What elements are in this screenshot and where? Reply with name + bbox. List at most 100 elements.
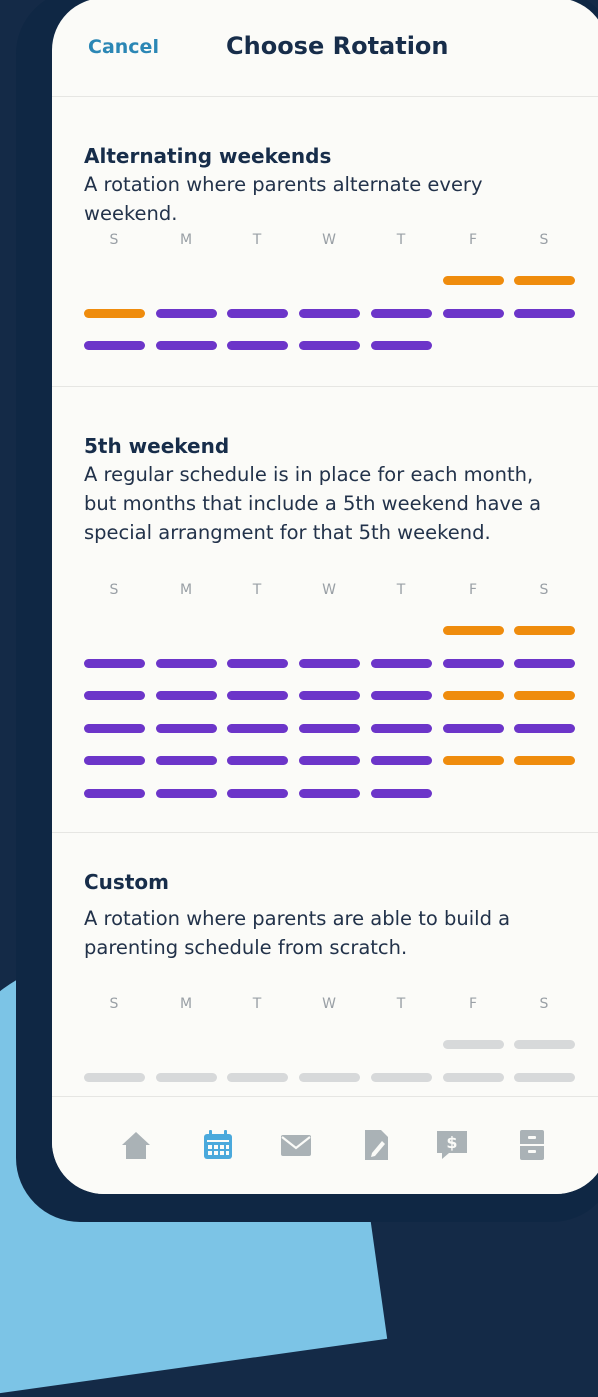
day-label: T (252, 996, 262, 1012)
schedule-bar-purple (371, 341, 432, 350)
home-icon[interactable] (118, 1127, 154, 1163)
schedule-bar-gray (299, 1072, 360, 1082)
schedule-bar-gray (227, 1072, 288, 1082)
schedule-bar-purple (227, 308, 288, 318)
schedule-bar-purple (156, 723, 217, 733)
document-edit-icon[interactable] (358, 1127, 394, 1163)
schedule-bar-purple (84, 691, 145, 700)
schedule-bar-gray (514, 1072, 575, 1082)
section-description: A rotation where parents alternate every… (84, 173, 483, 225)
day-label: T (396, 996, 406, 1012)
schedule-bar-orange (443, 756, 504, 765)
schedule-bar-purple (156, 691, 217, 700)
section-title: Alternating weekends (84, 144, 332, 168)
schedule-bar-purple (84, 723, 145, 733)
mail-icon[interactable] (278, 1127, 314, 1163)
day-label: M (179, 996, 193, 1012)
schedule-bar-gray (156, 1072, 217, 1082)
schedule-bar-purple (156, 658, 217, 668)
schedule-bar-purple (443, 308, 504, 318)
day-labels: SMTWTFS (52, 582, 598, 602)
day-labels: SMTWTFS (52, 996, 598, 1016)
payment-chat-icon[interactable]: $ (434, 1127, 470, 1163)
schedule-bar-purple (84, 788, 145, 798)
schedule-bar-orange (514, 691, 575, 700)
rotation-option-custom[interactable]: Custom A rotation where parents are able… (52, 832, 598, 1096)
day-label: F (468, 232, 478, 248)
day-label: S (109, 232, 119, 248)
cancel-button[interactable]: Cancel (88, 36, 159, 58)
schedule-bar-gray (371, 1072, 432, 1082)
schedule-bar-purple (84, 341, 145, 350)
schedule-bar-purple (156, 341, 217, 350)
schedule-bar-orange (514, 276, 575, 285)
schedule-bar-gray (443, 1072, 504, 1082)
schedule-bar-purple (227, 658, 288, 668)
day-label: W (322, 232, 336, 248)
schedule-bar-purple (371, 756, 432, 765)
schedule-bar-purple (443, 658, 504, 668)
day-label: F (468, 582, 478, 598)
app-screen: Cancel Choose Rotation Alternating weeke… (52, 0, 598, 1194)
schedule-bar-purple (299, 723, 360, 733)
schedule-bar-purple (299, 341, 360, 350)
rotation-option-5th-weekend[interactable]: 5th weekend A regular schedule is in pla… (52, 386, 598, 833)
schedule-bar-purple (371, 658, 432, 668)
schedule-bar-orange (84, 308, 145, 318)
schedule-bar-orange (514, 626, 575, 635)
day-label: T (252, 582, 262, 598)
day-label: T (252, 232, 262, 248)
schedule-bar-purple (371, 788, 432, 798)
schedule-bar-purple (299, 788, 360, 798)
section-description: A regular schedule is in place for each … (84, 463, 542, 544)
schedule-bar-gray (84, 1072, 145, 1082)
section-description: A rotation where parents are able to bui… (84, 907, 511, 959)
schedule-bar-purple (227, 788, 288, 798)
schedule-bar-purple (299, 658, 360, 668)
page-title: Choose Rotation (226, 32, 449, 60)
file-cabinet-icon[interactable] (514, 1127, 550, 1163)
schedule-bar-orange (514, 756, 575, 765)
day-label: S (109, 582, 119, 598)
schedule-bar-purple (227, 691, 288, 700)
schedule-bar-gray (514, 1040, 575, 1049)
calendar-icon[interactable] (200, 1127, 236, 1163)
day-label: M (179, 582, 193, 598)
day-label: S (539, 582, 549, 598)
schedule-bar-purple (371, 723, 432, 733)
schedule-bar-purple (156, 308, 217, 318)
svg-text:$: $ (446, 1133, 457, 1152)
schedule-bar-orange (443, 626, 504, 635)
day-label: W (322, 582, 336, 598)
nav-header: Cancel Choose Rotation (52, 0, 598, 97)
day-label: T (396, 582, 406, 598)
schedule-bar-orange (443, 276, 504, 285)
tab-bar: $ (52, 1096, 598, 1194)
schedule-bar-purple (84, 756, 145, 765)
day-label: M (179, 232, 193, 248)
schedule-bar-purple (227, 341, 288, 350)
day-label: S (539, 232, 549, 248)
schedule-bar-purple (156, 788, 217, 798)
schedule-bar-orange (443, 691, 504, 700)
schedule-bar-purple (227, 756, 288, 765)
day-labels: SMTWTFS (52, 232, 598, 252)
schedule-bar-purple (299, 308, 360, 318)
schedule-bar-purple (514, 723, 575, 733)
schedule-bar-purple (371, 691, 432, 700)
schedule-bar-purple (514, 308, 575, 318)
schedule-bar-purple (299, 756, 360, 765)
rotation-option-alternating-weekends[interactable]: Alternating weekends A rotation where pa… (52, 96, 598, 387)
section-title: Custom (84, 870, 169, 894)
schedule-bar-purple (443, 723, 504, 733)
day-label: S (539, 996, 549, 1012)
schedule-bar-purple (156, 756, 217, 765)
day-label: W (322, 996, 336, 1012)
day-label: S (109, 996, 119, 1012)
schedule-bar-purple (299, 691, 360, 700)
schedule-bar-purple (514, 658, 575, 668)
day-label: F (468, 996, 478, 1012)
schedule-bar-gray (443, 1040, 504, 1049)
schedule-bar-purple (371, 308, 432, 318)
day-label: T (396, 232, 406, 248)
